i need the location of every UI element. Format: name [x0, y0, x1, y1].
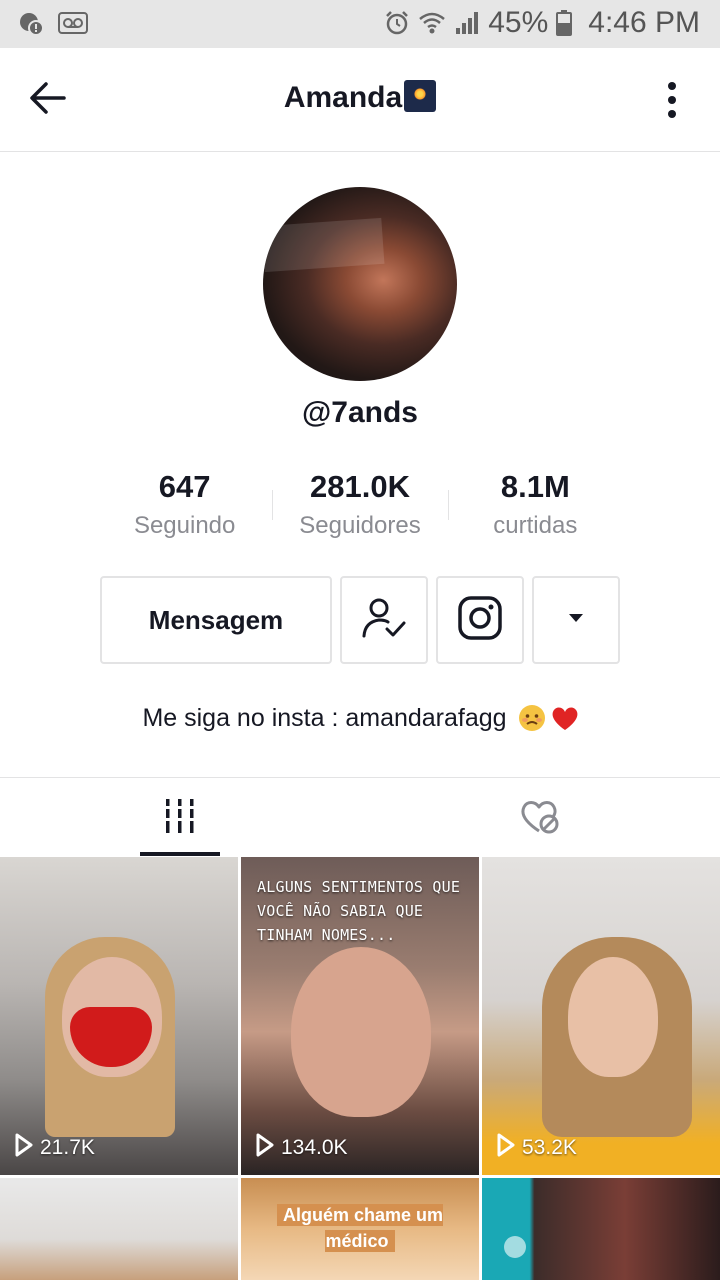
stat-followers[interactable]: 281.0K Seguidores — [272, 468, 447, 548]
worried-face-emoji — [518, 704, 546, 732]
more-vertical-icon — [668, 82, 676, 90]
alarm-icon — [384, 10, 410, 36]
view-count: 53.2K — [496, 1133, 577, 1163]
instagram-button[interactable] — [436, 576, 524, 664]
stat-likes[interactable]: 8.1M curtidas — [447, 468, 623, 548]
video-thumbnail[interactable] — [0, 1178, 238, 1280]
more-dot — [668, 110, 676, 118]
username-handle: @7ands — [302, 396, 418, 429]
signal-icon — [454, 10, 480, 36]
content-tabs — [0, 777, 720, 857]
thumbnail-art — [291, 947, 431, 1117]
avatar[interactable] — [263, 187, 457, 381]
stat-value: 647 — [158, 469, 211, 504]
stat-label: curtidas — [493, 512, 578, 539]
profile-stats: 647 Seguindo 281.0K Seguidores 8.1M curt… — [97, 468, 623, 548]
voicemail-icon — [58, 12, 88, 34]
notification-icon — [18, 10, 44, 36]
status-bar: 45% 4:46 PM — [0, 0, 720, 48]
caption-text: Alguém chame um médico — [276, 1204, 444, 1252]
caret-down-icon — [567, 611, 585, 629]
video-grid: 21.7K ALGUNS SENTIMENTOS QUE VOCÊ NÃO SA… — [0, 857, 720, 1280]
stat-label: Seguidores — [299, 512, 421, 539]
play-icon — [496, 1133, 516, 1163]
red-heart-emoji — [550, 704, 578, 732]
video-thumbnail[interactable]: 53.2K — [482, 857, 720, 1175]
video-overlay-text: ALGUNS SENTIMENTOS QUE VOCÊ NÃO SABIA QU… — [257, 878, 461, 944]
view-count: 21.7K — [14, 1133, 95, 1163]
message-button[interactable]: Mensagem — [100, 576, 332, 664]
active-tab-indicator — [140, 852, 220, 856]
following-button[interactable] — [340, 576, 428, 664]
video-thumbnail[interactable]: 21.7K — [0, 857, 238, 1175]
tab-liked-videos[interactable] — [500, 778, 580, 858]
view-count-text: 53.2K — [522, 1136, 577, 1159]
stat-label: Seguindo — [133, 512, 236, 539]
view-count-text: 21.7K — [40, 1136, 95, 1159]
stat-value: 8.1M — [500, 469, 570, 504]
battery-icon — [556, 10, 573, 36]
more-options-button[interactable] — [660, 78, 684, 122]
video-thumbnail[interactable]: Alguém chame um médico — [241, 1178, 479, 1280]
share-icon — [504, 1236, 526, 1258]
hidden-heart-icon — [519, 798, 561, 839]
clock: 4:46 PM — [588, 6, 700, 39]
video-thumbnail[interactable] — [482, 1178, 720, 1280]
thumbnail-art — [568, 957, 658, 1077]
wifi-icon — [418, 10, 446, 36]
night-sky-emoji — [404, 80, 437, 112]
play-icon — [14, 1133, 34, 1163]
bio-text: Me siga no insta : amandarafagg — [142, 704, 507, 732]
title-text: Amanda — [283, 81, 403, 114]
page-title: Amanda — [0, 80, 720, 115]
play-icon — [255, 1133, 275, 1163]
profile-header: Amanda — [0, 48, 720, 152]
user-check-icon — [361, 596, 407, 645]
suggestions-dropdown-button[interactable] — [532, 576, 620, 664]
battery-percent: 45% — [488, 6, 549, 39]
stat-following[interactable]: 647 Seguindo — [97, 468, 272, 548]
grid-bars-icon — [164, 798, 196, 838]
video-thumbnail[interactable]: ALGUNS SENTIMENTOS QUE VOCÊ NÃO SABIA QU… — [241, 857, 479, 1175]
profile-bio: Me siga no insta : amandarafagg — [0, 704, 720, 733]
video-overlay-text: Alguém chame um médico — [265, 1202, 455, 1254]
stat-value: 281.0K — [310, 469, 410, 504]
tab-videos[interactable] — [140, 778, 220, 858]
view-count-text: 134.0K — [281, 1136, 348, 1159]
more-dot — [668, 96, 676, 104]
instagram-icon — [457, 595, 503, 646]
view-count: 134.0K — [255, 1133, 348, 1163]
